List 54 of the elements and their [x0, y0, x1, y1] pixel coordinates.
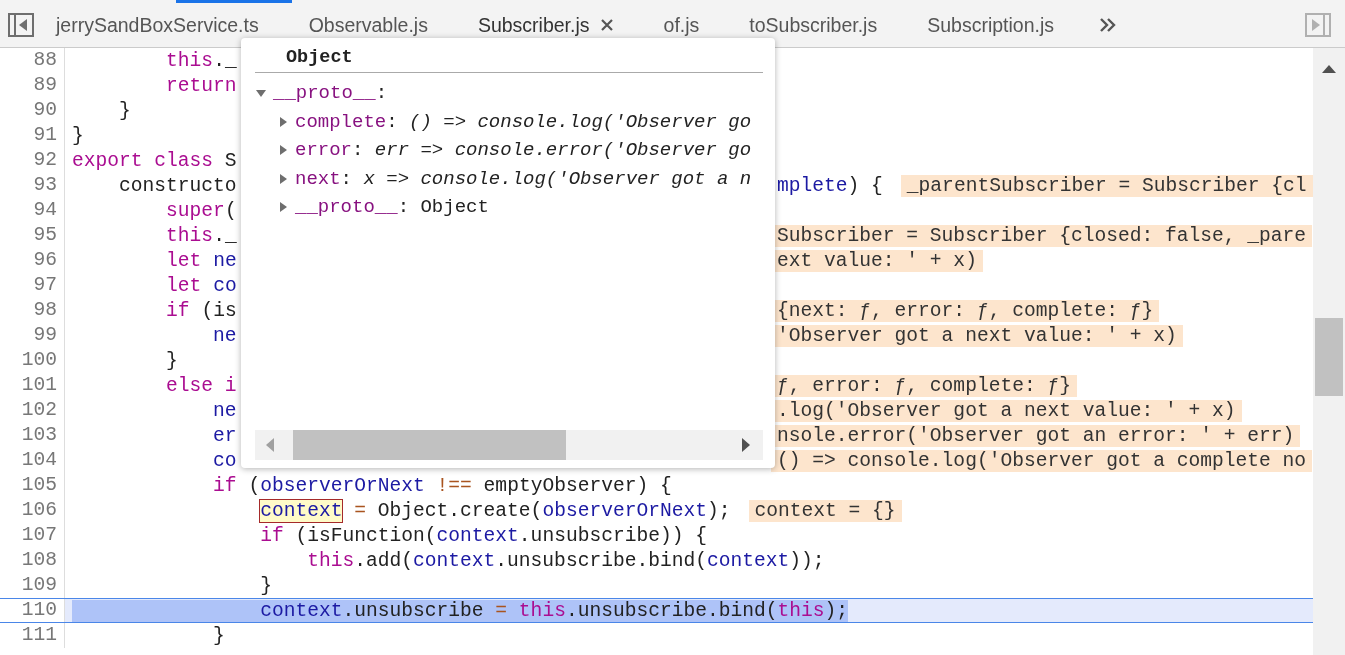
property-entry[interactable]: __proto__: Object — [295, 196, 489, 219]
code-line: constructo — [118, 174, 237, 197]
file-tab[interactable]: Subscriber.js — [452, 3, 639, 47]
code-line: } — [118, 99, 131, 122]
code-line: this._ — [165, 49, 237, 72]
line-number[interactable]: 110 — [0, 598, 65, 623]
scrollbar-thumb[interactable] — [293, 430, 566, 460]
scroll-up-icon[interactable] — [1322, 64, 1336, 74]
code-line: } — [259, 574, 272, 597]
code-line: export class S — [72, 149, 237, 172]
code-line: let co — [165, 274, 237, 297]
popover-title: Object — [286, 46, 353, 70]
code-line: super( — [165, 199, 237, 222]
code-line: er — [212, 424, 237, 447]
code-line: ne — [212, 399, 237, 422]
file-tab[interactable]: toSubscriber.js — [724, 3, 903, 47]
code-line: this.add(context.unsubscribe.bind(context)); — [306, 549, 825, 572]
code-line: } — [212, 624, 225, 647]
code-line: } — [72, 124, 84, 147]
property-entry[interactable]: error: err => console.error('Observer go — [295, 139, 752, 162]
file-tab[interactable]: jerrySandBoxService.ts — [56, 3, 284, 47]
property-entry[interactable]: complete: () => console.log('Observer go — [295, 110, 752, 133]
navigator-toggle-icon[interactable] — [8, 13, 34, 37]
expand-arrow-icon[interactable] — [277, 172, 289, 185]
code-line: else i — [165, 374, 237, 397]
file-tab[interactable]: Observable.js — [283, 3, 453, 47]
code-line: mplete) { — [777, 174, 883, 197]
code-line: } — [165, 349, 178, 372]
scrollbar-thumb[interactable] — [1315, 318, 1343, 396]
inline-value: () => console.log('Observer got a complete no — [771, 449, 1313, 472]
code-line: if (is — [165, 299, 237, 322]
code-line: co — [212, 449, 237, 472]
property-entry[interactable]: next: x => console.log('Observer got a n — [295, 167, 752, 190]
scroll-right-icon[interactable] — [741, 438, 751, 452]
horizontal-scrollbar[interactable] — [255, 430, 763, 460]
vertical-scrollbar[interactable] — [1313, 48, 1345, 655]
expand-arrow-icon[interactable] — [277, 144, 289, 157]
close-icon[interactable] — [599, 18, 614, 32]
inline-value: _parentSubscriber = Subscriber {cl — [900, 174, 1313, 197]
code-line: ne — [212, 324, 237, 347]
code-line: context = Object.create(observerOrNext); — [259, 499, 731, 522]
file-tab[interactable]: of.js — [638, 3, 725, 47]
code-line: if (observerOrNext !== emptyObserver) { — [212, 474, 672, 497]
code-line: if (isFunction(context.unsubscribe)) { — [259, 524, 707, 547]
debugger-toggle-icon[interactable] — [1305, 13, 1331, 37]
file-tab[interactable]: Subscription.js — [902, 3, 1079, 47]
expand-arrow-icon[interactable] — [277, 115, 289, 128]
code-line: let ne — [165, 249, 237, 272]
inline-value: context = {} — [748, 499, 902, 522]
more-tabs-icon[interactable] — [1099, 16, 1117, 34]
code-line: return — [165, 74, 237, 97]
code-line: this._ — [165, 224, 237, 247]
expand-arrow-icon[interactable] — [277, 201, 289, 214]
property-entry[interactable]: __proto__: — [273, 82, 388, 105]
